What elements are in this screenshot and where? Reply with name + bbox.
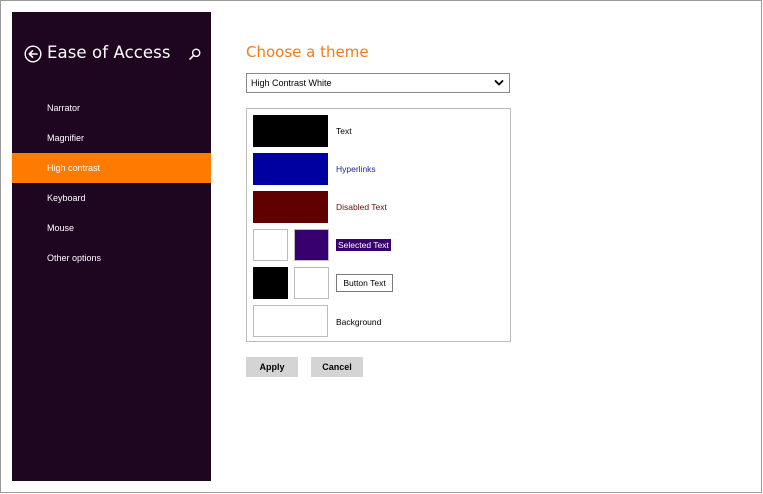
background-color-swatch[interactable] [253,305,328,337]
button-text-bg-swatch[interactable] [294,267,329,299]
apply-button[interactable]: Apply [246,357,298,377]
disabled-text-label: Disabled Text [336,202,387,212]
search-icon[interactable] [188,47,202,61]
sidebar: Ease of Access Narrator Magnifier High c… [12,12,211,481]
theme-dropdown[interactable]: High Contrast White [246,73,510,93]
button-text-label: Button Text [336,274,393,292]
background-label: Background [336,317,382,327]
sidebar-item-other-options[interactable]: Other options [12,243,211,273]
page-title: Choose a theme [246,43,369,61]
sidebar-nav: Narrator Magnifier High contrast Keyboar… [12,93,211,273]
hyperlinks-label[interactable]: Hyperlinks [336,164,376,174]
cancel-button[interactable]: Cancel [311,357,363,377]
selected-text-label: Selected Text [336,239,391,251]
sidebar-item-mouse[interactable]: Mouse [12,213,211,243]
sidebar-title: Ease of Access [47,43,171,62]
back-arrow-icon[interactable] [24,45,42,63]
button-text-fg-swatch[interactable] [253,267,288,299]
sidebar-item-high-contrast[interactable]: High contrast [12,153,211,183]
text-label: Text [336,126,352,136]
sidebar-item-keyboard[interactable]: Keyboard [12,183,211,213]
selected-text-fg-swatch[interactable] [253,229,288,261]
theme-color-panel: Text Hyperlinks Disabled Text Selected T… [246,108,511,342]
hyperlinks-color-swatch[interactable] [253,153,328,185]
sidebar-item-magnifier[interactable]: Magnifier [12,123,211,153]
selected-text-bg-swatch[interactable] [294,229,329,261]
sidebar-header: Ease of Access [12,12,211,92]
sidebar-item-narrator[interactable]: Narrator [12,93,211,123]
theme-dropdown-value: High Contrast White [251,78,332,88]
disabled-text-color-swatch[interactable] [253,191,328,223]
chevron-down-icon [494,80,504,86]
text-color-swatch[interactable] [253,115,328,147]
